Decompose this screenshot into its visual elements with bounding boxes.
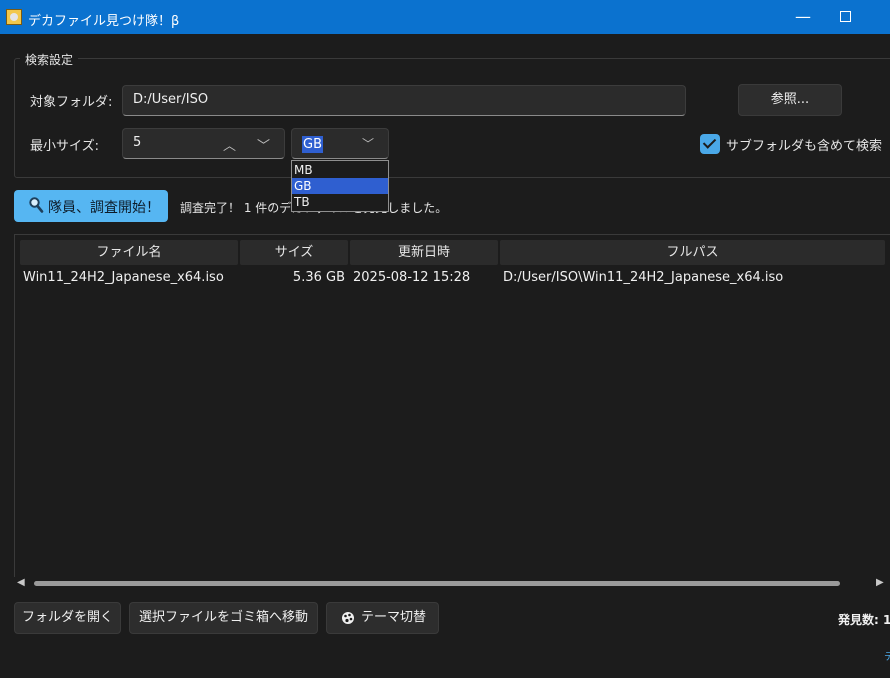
app-icon (6, 9, 22, 25)
move-to-trash-button[interactable]: 選択ファイルをゴミ箱へ移動 (129, 602, 318, 634)
start-search-button[interactable]: 隊員、調査開始！ (14, 190, 168, 222)
include-subfolders-label[interactable]: サブフォルダも含めて検索 (726, 135, 882, 154)
browse-button[interactable]: 参照... (738, 84, 842, 116)
min-size-spinbox[interactable]: 5 ︿ ﹀ (122, 128, 285, 159)
target-folder-value: D:/User/ISO (133, 92, 209, 107)
results-table (14, 234, 890, 590)
maximize-icon[interactable] (840, 11, 851, 22)
column-header-fullpath[interactable]: フルパス (500, 240, 885, 265)
theme-toggle-label: テーマ切替 (361, 610, 427, 625)
corner-text: テ (884, 652, 890, 663)
search-settings-title: 検索設定 (20, 51, 79, 68)
target-folder-label: 対象フォルダ: (30, 95, 113, 110)
search-settings-group (14, 58, 890, 178)
scroll-left-arrow-icon[interactable]: ◀ (17, 577, 25, 588)
start-search-label: 隊員、調査開始！ (48, 200, 160, 216)
theme-toggle-button[interactable]: テーマ切替 (326, 602, 439, 634)
palette-icon (342, 612, 354, 624)
unit-option-mb[interactable]: MB (292, 162, 388, 178)
row-0-modified[interactable]: 2025-08-12 15:28 (353, 270, 470, 285)
min-size-label: 最小サイズ: (30, 139, 99, 154)
magnifier-icon (29, 197, 44, 213)
unit-select[interactable]: GB ﹀ (291, 128, 389, 159)
row-0-size[interactable]: 5.36 GB (240, 270, 345, 285)
min-size-value: 5 (133, 135, 142, 150)
unit-option-gb[interactable]: GB (292, 178, 388, 194)
row-0-filename[interactable]: Win11_24H2_Japanese_x64.iso (23, 270, 224, 285)
window-title: デカファイル見つけ隊！β (28, 14, 180, 29)
unit-option-tb[interactable]: TB (292, 194, 388, 210)
column-header-size[interactable]: サイズ (240, 240, 348, 265)
row-0-fullpath[interactable]: D:/User/ISO\Win11_24H2_Japanese_x64.iso (503, 270, 783, 285)
open-folder-button[interactable]: フォルダを開く (14, 602, 121, 634)
scrollbar-thumb[interactable] (34, 581, 840, 586)
spin-down-icon[interactable]: ﹀ (257, 135, 270, 154)
found-count: 発見数: 1 (838, 613, 890, 627)
column-header-filename[interactable]: ファイル名 (20, 240, 238, 265)
target-folder-input[interactable]: D:/User/ISO (122, 85, 686, 116)
unit-selected-value: GB (302, 136, 323, 153)
include-subfolders-checkbox[interactable] (700, 134, 720, 154)
unit-dropdown-list: MB GB TB (291, 160, 389, 212)
scroll-right-arrow-icon[interactable]: ▶ (876, 577, 884, 588)
spin-up-icon[interactable]: ︿ (223, 135, 236, 154)
minimize-icon[interactable]: — (790, 4, 816, 30)
column-header-modified[interactable]: 更新日時 (350, 240, 498, 265)
chevron-down-icon: ﹀ (361, 137, 374, 151)
